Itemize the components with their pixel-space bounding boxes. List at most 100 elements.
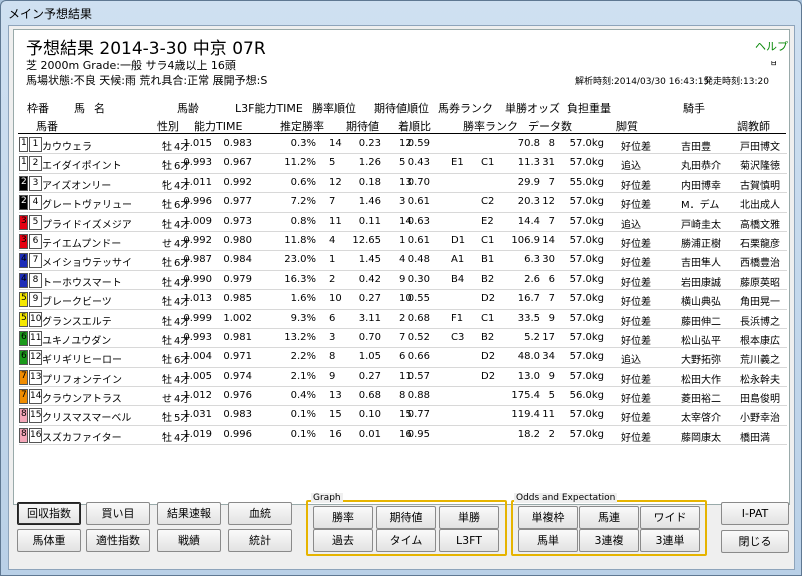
ability-time: 0.999 [183, 312, 212, 324]
senseki-button[interactable]: 戦績 [157, 529, 221, 552]
ability-time: 1.031 [183, 409, 212, 421]
table-row[interactable]: 7 13 プリフォンテイン牡 4才 1.005 0.974 2.1% 9 0.27 11 0.57 D… [19, 368, 787, 388]
running-style: 好位差 [621, 394, 651, 406]
frame-badge: 4 [19, 253, 28, 269]
kaime-button[interactable]: 買い目 [86, 502, 150, 525]
finish-ratio: 0.63 [407, 215, 430, 227]
tokei-button[interactable]: 統計 [228, 529, 292, 552]
table-row[interactable]: 1 2 エイダイポイント牡 6才 0.993 0.967 11.2% 5 1.26 5 0.43 E1… [19, 154, 787, 174]
running-style: 好位差 [621, 413, 651, 425]
table-row[interactable]: 6 12 ギリギリヒーロー牡 6才 1.004 0.971 2.2% 8 1.05 6 0.66 D2… [19, 348, 787, 368]
graph-shoritsu-button[interactable]: 勝率 [313, 506, 373, 529]
horse-number: 9 [29, 292, 42, 308]
kaishu-button[interactable]: 回収指数 [17, 502, 81, 525]
graph-kitaichi-button[interactable]: 期待値 [376, 506, 436, 529]
tekisei-button[interactable]: 適性指数 [86, 529, 150, 552]
horse-name: グレートヴァリュー [42, 200, 132, 212]
frame-number: 6 [21, 351, 27, 362]
trainer: 石栗龍彦 [740, 238, 780, 250]
table-row[interactable]: 3 6 テイエムプンドーせ 4才 0.992 0.980 11.8% 4 12.65 1 0.61 D… [19, 232, 787, 252]
running-style: 好位差 [621, 277, 651, 289]
graph-l3ft-button[interactable]: L3FT [439, 529, 499, 552]
table-row[interactable]: 3 5 プライドイズメジア牡 4才 1.009 0.973 0.8% 11 0.11 14 0.63… [19, 213, 787, 232]
weight: 57.0kg [569, 293, 604, 305]
horse-number: 1 [29, 137, 42, 152]
odds-umatan-button[interactable]: 馬単 [518, 529, 578, 552]
col-umaban: 馬番 [36, 120, 58, 133]
table-row[interactable]: 8 16 スズカファイター牡 4才 1.019 0.996 0.1% 16 0.01 16 0.95… [19, 426, 787, 446]
table-row[interactable]: 1 1 カウウェラ牡 4才 1.015 0.983 0.3% 14 0.23 12 0.59 70.8… [19, 135, 787, 155]
frame-badge: 1 [19, 156, 28, 172]
win-rate: 2.2% [290, 351, 316, 363]
table-row[interactable]: 2 3 アイズオンリー牝 4才 1.011 0.992 0.6% 12 0.18 13 0.70 29… [19, 174, 787, 194]
win-rank: 8 [329, 351, 336, 363]
table-row[interactable]: 4 7 メイショウテッサイ牡 6才 0.987 0.984 23.0% 1 1.45 4 0.48 A… [19, 251, 787, 271]
resize-icon: ㅂ [770, 59, 778, 68]
frame-badge: 3 [19, 233, 28, 249]
expected-value: 1.45 [358, 254, 381, 266]
jockey: 横山典弘 [681, 297, 721, 309]
table-row[interactable]: 4 8 トーホウスマート牡 4才 0.990 0.979 16.3% 2 0.42 9 0.30 B4… [19, 271, 787, 291]
expected-value: 12.65 [352, 234, 381, 246]
running-style: 好位差 [621, 142, 651, 153]
win-rank: 15 [329, 409, 342, 421]
running-style: 好位差 [621, 374, 651, 386]
col-uma: 馬 [74, 102, 85, 115]
frame-badge: 5 [19, 311, 28, 327]
ability-time: 0.987 [183, 254, 212, 266]
odds-sanrentan-button[interactable]: 3連単 [640, 529, 700, 552]
trainer: 松永幹夫 [740, 374, 780, 386]
close-button[interactable]: 閉じる [721, 530, 789, 553]
ability-time: 0.996 [183, 196, 212, 208]
graph-label: Graph [311, 493, 343, 503]
table-row[interactable]: 5 9 ブレークビーツ牡 4才 1.013 0.985 1.6% 10 0.27 10 0.55 D2… [19, 290, 787, 310]
win-rank: 13 [329, 390, 342, 402]
expected-value: 0.70 [358, 331, 381, 343]
running-style: 好位差 [621, 180, 651, 192]
ability-time: 0.992 [183, 234, 212, 246]
table-row[interactable]: 5 10 グランスエルテ牡 4才 0.999 1.002 9.3% 6 3.11 2 0.68 F1 C… [19, 310, 787, 329]
col-data-count: データ数 [528, 120, 572, 133]
weight: 57.0kg [569, 428, 604, 440]
table-row[interactable]: 8 15 クリスマスマーベル牡 5才 1.031 0.983 0.1% 15 0.10 15 0.7… [19, 406, 787, 426]
odds-sanrenpuku-button[interactable]: 3連複 [579, 529, 639, 552]
jockey: 吉田隼人 [681, 258, 721, 270]
page-title: 予想結果 2014-3-30 中京 07R [26, 39, 266, 59]
frame-badge: 1 [19, 137, 28, 152]
data-count: 7 [548, 176, 555, 188]
help-link[interactable]: ヘルプ [755, 38, 788, 54]
jockey: 藤岡康太 [681, 432, 721, 444]
bet-rank: E1 [451, 157, 464, 169]
ketto-button[interactable]: 血統 [228, 502, 292, 525]
graph-kako-button[interactable]: 過去 [313, 529, 373, 552]
frame-number: 1 [21, 138, 27, 148]
table-row[interactable]: 6 11 ユキノユウダン牡 4才 0.993 0.981 13.2% 3 0.70 7 0.52 C3… [19, 329, 787, 349]
col-waku: 枠番 [27, 102, 49, 115]
col-kyakushitsu: 脚質 [616, 120, 638, 133]
graph-time-button[interactable]: タイム [376, 529, 436, 552]
l3f-time: 0.983 [223, 138, 252, 149]
ipat-button[interactable]: I-PAT [721, 502, 789, 525]
expected-value: 0.10 [358, 409, 381, 421]
weight: 57.0kg [569, 331, 604, 343]
sex: 牡 [162, 200, 172, 212]
sex: 牡 [162, 219, 172, 231]
horse-name: エイダイポイント [42, 161, 122, 173]
win-rank: 5 [329, 157, 336, 169]
finish-ratio: 0.55 [407, 293, 430, 305]
odds-umaren-button[interactable]: 馬連 [579, 506, 639, 529]
table-row[interactable]: 2 4 グレートヴァリュー牡 6才 0.996 0.977 7.2% 7 1.46 3 0.61 C2… [19, 193, 787, 213]
jockey: 大野拓弥 [681, 355, 721, 367]
data-count: 7 [548, 293, 555, 305]
kekka-button[interactable]: 結果速報 [157, 502, 221, 525]
win-rank-grade: C1 [481, 157, 495, 169]
odds-wakuren-button[interactable]: 単複枠 [518, 506, 578, 529]
graph-tansho-button[interactable]: 単勝 [439, 506, 499, 529]
expected-value: 0.23 [358, 138, 381, 149]
post-time: 発走時刻:13:20 [704, 77, 769, 87]
ability-time: 1.013 [183, 293, 212, 305]
odds-wide-button[interactable]: ワイド [640, 506, 700, 529]
horse-number: 14 [29, 389, 42, 405]
table-row[interactable]: 7 14 クラウンアトラスせ 4才 1.012 0.976 0.4% 13 0.68 8 0.88 1… [19, 387, 787, 407]
batai-button[interactable]: 馬体重 [17, 529, 81, 552]
